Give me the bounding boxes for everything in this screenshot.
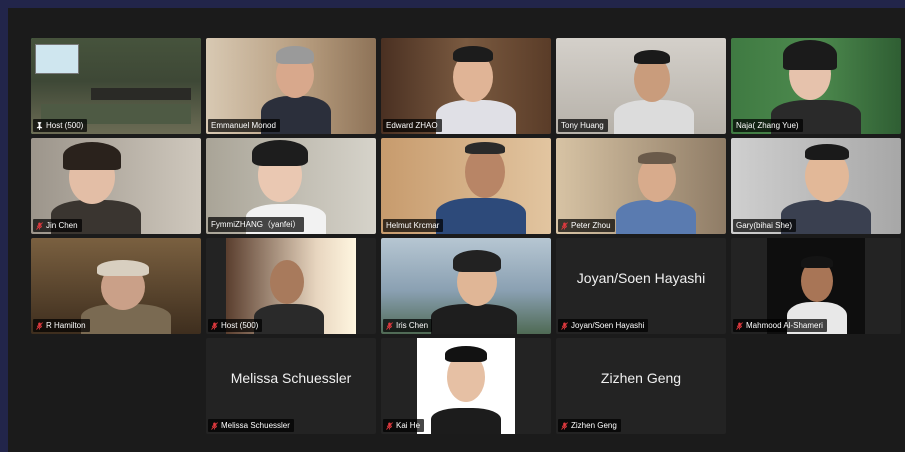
participant-tile[interactable]: Gary(bihai She) [731,138,901,234]
participant-tile[interactable]: Mahmood Al-Shameri [731,238,901,334]
participant-name-label: Naja( Zhang Yue) [733,119,803,132]
microphone-muted-icon [561,321,568,330]
participant-name-label: Joyan/Soen Hayashi [558,319,649,332]
microphone-muted-icon [736,321,743,330]
participant-tile[interactable]: Naja( Zhang Yue) [731,38,901,134]
participant-name-label: Helmut Krcmar [383,219,444,232]
participant-tile[interactable]: Host (500) [31,38,201,134]
participant-name-label: Tony Huang [558,119,608,132]
participant-tile[interactable]: Zizhen Geng Zizhen Geng [556,338,726,434]
participant-name-label: Jin Chen [33,219,82,232]
participant-name-label: Peter Zhou [558,219,615,232]
participant-name-label: R Hamilton [33,319,90,332]
participant-tile[interactable]: Iris Chen [381,238,551,334]
participant-name-label: Melissa Schuessler [208,419,294,432]
participant-name-label: Mahmood Al-Shameri [733,319,827,332]
microphone-muted-icon [561,221,568,230]
participant-tile[interactable]: Helmut Krcmar [381,138,551,234]
conference-table [91,88,191,100]
participant-name-placeholder: Zizhen Geng [600,370,682,386]
participant-tile[interactable]: Kai He [381,338,551,434]
participant-tile[interactable]: Joyan/Soen Hayashi Joyan/Soen Hayashi [556,238,726,334]
participant-name-label: Edward ZHAO [383,119,442,132]
participant-tile[interactable]: Edward ZHAO [381,38,551,134]
projector-screen [35,44,79,74]
microphone-muted-icon [36,321,43,330]
participant-name-placeholder: Melissa Schuessler [230,370,352,386]
pin-icon [36,121,43,130]
participant-name-label: Kai He [383,419,425,432]
microphone-muted-icon [386,421,393,430]
participant-tile[interactable]: Melissa Schuessler Melissa Schuessler [206,338,376,434]
microphone-muted-icon [386,321,393,330]
participant-name-label: Iris Chen [383,319,433,332]
participant-name-label: Host (500) [208,319,263,332]
microphone-muted-icon [36,221,43,230]
participant-tile[interactable]: FymmiZHANG（yanfei） [206,138,376,234]
participant-name-label: Zizhen Geng [558,419,621,432]
participant-name-label: FymmiZHANG（yanfei） [208,217,305,232]
participant-name-placeholder: Joyan/Soen Hayashi [576,270,706,286]
participant-name-label: Gary(bihai She) [733,219,797,232]
microphone-muted-icon [211,321,218,330]
participant-tile[interactable]: Host (500) [206,238,376,334]
participant-tile[interactable]: Emmanuel Monod [206,38,376,134]
participant-tile[interactable]: R Hamilton [31,238,201,334]
participant-tile[interactable]: Peter Zhou [556,138,726,234]
participant-name-label: Host (500) [33,119,88,132]
video-gallery: Host (500) Emmanuel Monod Edward ZHAO To… [8,8,905,452]
participant-name-label: Emmanuel Monod [208,119,280,132]
participant-tile[interactable]: Tony Huang [556,38,726,134]
microphone-muted-icon [561,421,568,430]
participant-tile[interactable]: Jin Chen [31,138,201,234]
microphone-muted-icon [211,421,218,430]
